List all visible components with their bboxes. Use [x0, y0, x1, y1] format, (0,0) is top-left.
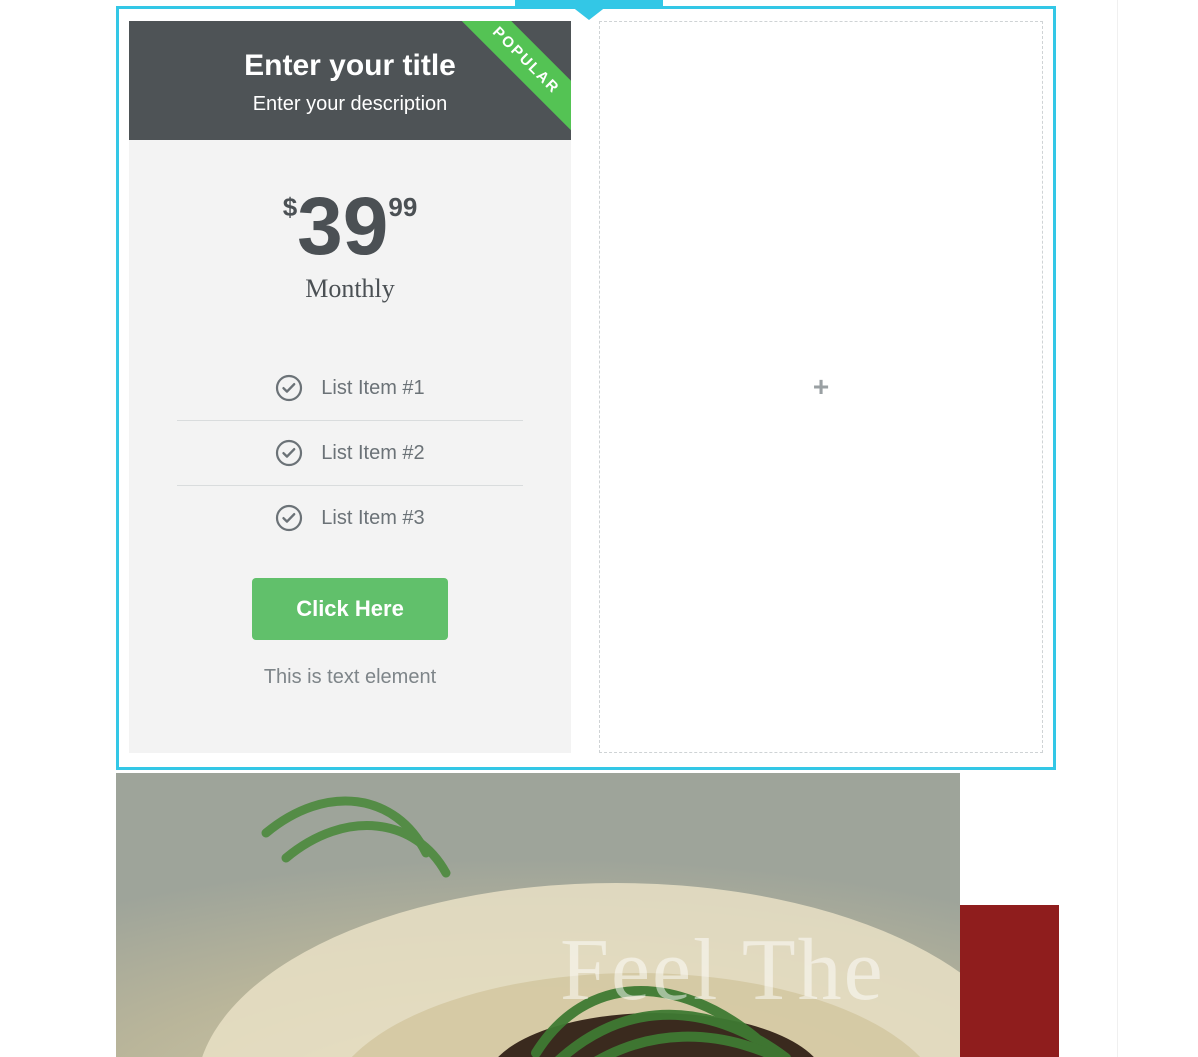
editor-section[interactable]: POPULAR Enter your title Enter your desc… — [116, 6, 1056, 770]
feature-label: List Item #2 — [321, 442, 424, 465]
pricing-description[interactable]: Enter your description — [149, 93, 551, 116]
pricing-feature-list: List Item #1 List Item #2 List Item #3 — [177, 356, 523, 550]
check-circle-icon — [275, 504, 303, 532]
pricing-title[interactable]: Enter your title — [149, 49, 551, 83]
list-item: List Item #2 — [177, 421, 523, 486]
empty-widget-placeholder[interactable]: + — [599, 21, 1043, 753]
feature-label: List Item #3 — [321, 507, 424, 530]
list-item: List Item #1 — [177, 356, 523, 421]
price-fraction: 99 — [388, 192, 417, 223]
check-circle-icon — [275, 374, 303, 402]
price-period: Monthly — [139, 274, 561, 304]
price-integer: 39 — [297, 186, 388, 268]
section-row: POPULAR Enter your title Enter your desc… — [119, 9, 1053, 767]
feature-label: List Item #1 — [321, 377, 424, 400]
hero-side-panel — [960, 905, 1059, 1057]
hero-overlay-text: Feel The — [560, 920, 885, 1021]
pricing-price-area: $ 39 99 Monthly — [129, 140, 571, 314]
plus-icon[interactable]: + — [813, 371, 829, 403]
price-currency: $ — [283, 192, 297, 223]
gutter-line — [1117, 0, 1118, 1057]
price-line: $ 39 99 — [139, 186, 561, 268]
check-circle-icon — [275, 439, 303, 467]
pricing-footer-text[interactable]: This is text element — [129, 666, 571, 689]
section-handle[interactable] — [515, 0, 663, 6]
pricing-cta-button[interactable]: Click Here — [252, 578, 448, 640]
list-item: List Item #3 — [177, 486, 523, 550]
pricing-table-widget[interactable]: POPULAR Enter your title Enter your desc… — [129, 21, 571, 753]
